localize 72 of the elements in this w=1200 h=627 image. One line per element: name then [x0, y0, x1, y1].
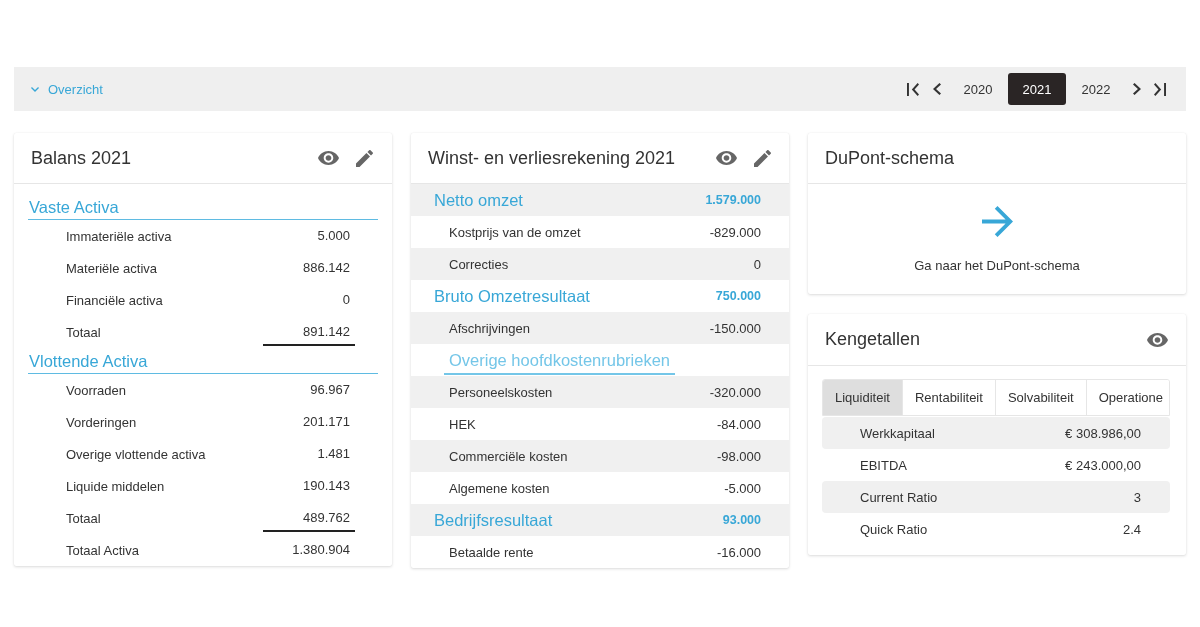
section-label: Netto omzet [434, 190, 523, 210]
row-value: -84.000 [716, 416, 761, 432]
ratio-value: 2.4 [1122, 521, 1141, 537]
ratio-label: EBITDA [860, 457, 907, 473]
row-label: Kostprijs van de omzet [449, 224, 581, 240]
ratio-label: Current Ratio [860, 489, 938, 505]
card-title: Winst- en verliesrekening 2021 [428, 147, 676, 169]
eye-icon[interactable] [1147, 332, 1168, 347]
row-label: Immateriële activa [66, 228, 172, 244]
section-label: Bedrijfsresultaat [434, 510, 553, 530]
card-title: Balans 2021 [31, 147, 132, 169]
row-value: 96.967 [310, 382, 351, 398]
row-value: 1.481 [317, 446, 351, 462]
row-label: Correcties [449, 256, 509, 272]
row-value: 5.000 [317, 228, 351, 244]
total-value: 891.142 [263, 318, 355, 346]
row-label: Voorraden [66, 382, 126, 398]
card-title: DuPont-schema [825, 147, 955, 169]
year-tab[interactable]: 2021 [1008, 73, 1066, 105]
row-label: Liquide middelen [66, 478, 165, 494]
pencil-icon[interactable] [754, 149, 771, 167]
row-value: -5.000 [724, 480, 761, 496]
ratio-tab[interactable]: Liquiditeit [823, 380, 903, 415]
row-value: 0 [342, 292, 351, 308]
ratio-label: Quick Ratio [860, 521, 928, 537]
section-heading: Vaste Activa [28, 194, 378, 220]
eye-icon[interactable] [716, 151, 737, 165]
chevron-left-icon[interactable] [933, 83, 941, 95]
row-label: HEK [449, 416, 476, 432]
total-value: 489.762 [263, 504, 355, 532]
chevron-right-icon[interactable] [1133, 83, 1141, 95]
row-label: Afschrijvingen [449, 320, 530, 336]
ratio-value: € 308.986,00 [1065, 425, 1141, 441]
row-value: -829.000 [709, 224, 761, 240]
first-page-icon[interactable] [907, 82, 919, 96]
row-value: -320.000 [709, 384, 761, 400]
row-label: Totaal Activa [66, 542, 139, 558]
row-value: 201.171 [303, 414, 351, 430]
eye-icon[interactable] [318, 151, 339, 165]
section-heading: Vlottende Activa [28, 348, 378, 374]
pencil-icon[interactable] [356, 149, 373, 167]
row-label: Vorderingen [66, 414, 137, 430]
year-tab[interactable]: 2022 [1067, 73, 1125, 105]
row-value: 190.143 [303, 478, 351, 494]
ratio-value: € 243.000,00 [1065, 457, 1141, 473]
row-value: -150.000 [709, 320, 761, 336]
year-tab[interactable]: 2020 [949, 73, 1007, 105]
arrow-right-icon[interactable] [981, 206, 1013, 237]
row-label: Personeelskosten [449, 384, 553, 400]
row-value: -16.000 [716, 544, 761, 560]
row-value: 0 [753, 256, 761, 272]
section-value: 93.000 [722, 513, 761, 527]
row-label: Overige vlottende activa [66, 446, 206, 462]
ratio-label: Werkkapitaal [860, 425, 935, 441]
section-value: 750.000 [715, 289, 761, 303]
last-page-icon[interactable] [1154, 82, 1166, 96]
row-label: Betaalde rente [449, 544, 534, 560]
section-value: 1.579.000 [705, 193, 761, 207]
row-label: Commerciële kosten [449, 448, 568, 464]
chevron-down-icon [31, 86, 39, 92]
row-label: Algemene kosten [449, 480, 550, 496]
dupont-link[interactable]: Ga naar het DuPont-schema [914, 258, 1080, 273]
row-value: 1.380.904 [292, 542, 351, 558]
ratio-value: 3 [1133, 489, 1141, 505]
row-value: 886.142 [303, 260, 351, 276]
card-title: Kengetallen [825, 329, 921, 350]
row-label: Financiële activa [66, 292, 163, 308]
row-label: Totaal [66, 510, 101, 526]
row-label: Materiële activa [66, 260, 158, 276]
row-label: Totaal [66, 324, 101, 340]
row-value: -98.000 [716, 448, 761, 464]
section-label: Bruto Omzetresultaat [434, 286, 590, 306]
